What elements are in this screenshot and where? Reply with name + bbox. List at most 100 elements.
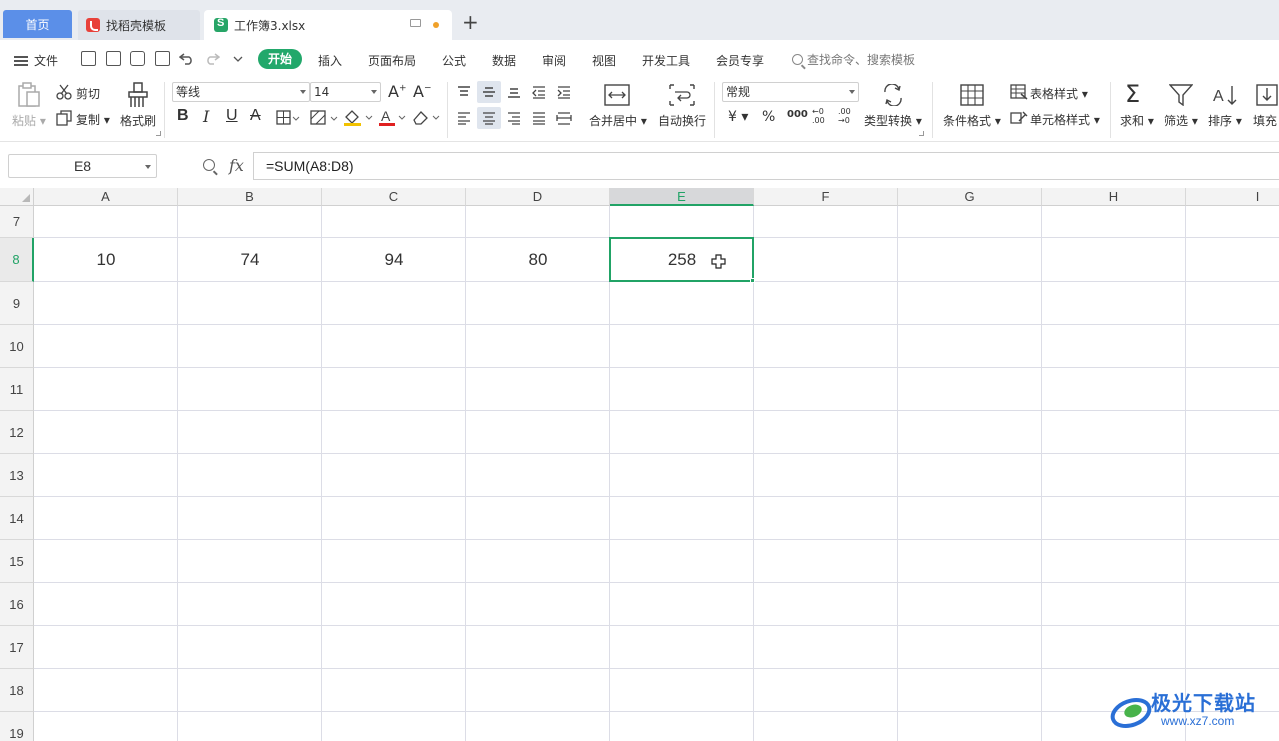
fill-handle[interactable] [750, 278, 755, 283]
row-header-17[interactable]: 17 [0, 626, 34, 669]
column-header-e[interactable]: E [610, 188, 754, 206]
redo-icon[interactable] [204, 51, 220, 65]
font-name-combo[interactable]: 等线 [172, 82, 310, 102]
distributed-icon[interactable] [556, 111, 572, 125]
justify-icon[interactable] [531, 111, 547, 125]
fill-pattern-icon[interactable] [310, 110, 338, 126]
clear-format-icon[interactable] [411, 108, 443, 126]
cell-style-button[interactable]: 单元格样式 ▾ [1030, 111, 1100, 128]
zoom-icon[interactable] [203, 159, 215, 171]
row-header-13[interactable]: 13 [0, 454, 34, 497]
row-header-7[interactable]: 7 [0, 206, 34, 238]
file-menu[interactable]: 文件 [14, 52, 58, 69]
align-left-icon[interactable] [456, 111, 472, 125]
save-icon[interactable] [81, 51, 96, 66]
column-header-f[interactable]: F [754, 188, 898, 206]
row-header-12[interactable]: 12 [0, 411, 34, 454]
table-style-button[interactable]: 表格样式 ▾ [1030, 85, 1088, 102]
paste-icon[interactable] [17, 82, 41, 108]
thousands-button[interactable]: 000 [787, 109, 808, 120]
increase-decimal-button[interactable]: ←0 .00 [812, 107, 832, 125]
column-header-h[interactable]: H [1042, 188, 1186, 206]
decrease-indent-icon[interactable] [531, 85, 547, 99]
fill-color-icon[interactable] [343, 108, 373, 126]
wrap-text-button[interactable]: 自动换行 [658, 112, 706, 129]
font-color-icon[interactable]: A [378, 108, 408, 126]
row-header-11[interactable]: 11 [0, 368, 34, 411]
menu-tab-data[interactable]: 数据 [492, 52, 516, 69]
decrease-font-icon[interactable]: A− [413, 82, 432, 101]
row-header-15[interactable]: 15 [0, 540, 34, 583]
menu-tab-review[interactable]: 审阅 [542, 52, 566, 69]
tab-template[interactable]: 找稻壳模板 [78, 10, 200, 40]
cell-a8[interactable]: 10 [34, 238, 178, 282]
bold-icon[interactable]: B [177, 107, 189, 125]
menu-tab-view[interactable]: 视图 [592, 52, 616, 69]
export-pdf-icon[interactable] [106, 51, 121, 66]
tab-home[interactable]: 首页 [3, 10, 72, 38]
group-launcher-icon[interactable] [919, 131, 924, 136]
row-header-16[interactable]: 16 [0, 583, 34, 626]
underline-icon[interactable]: U [226, 107, 238, 125]
increase-font-icon[interactable]: A+ [388, 82, 407, 101]
cell-d8[interactable]: 80 [466, 238, 610, 282]
font-size-combo[interactable]: 14 [310, 82, 381, 102]
row-header-8[interactable]: 8 [0, 238, 34, 282]
format-painter-button[interactable]: 格式刷 [120, 112, 156, 129]
sum-button[interactable]: 求和 ▾ [1120, 112, 1154, 129]
menu-tab-insert[interactable]: 插入 [318, 52, 342, 69]
undo-icon[interactable] [179, 51, 195, 65]
command-search[interactable]: 查找命令、搜索模板 [792, 51, 915, 68]
strikethrough-icon[interactable]: A [250, 107, 261, 125]
borders-icon[interactable] [276, 110, 300, 126]
type-convert-button[interactable]: 类型转换 ▾ [864, 112, 922, 129]
fill-button[interactable]: 填充 [1253, 112, 1277, 129]
align-bottom-icon[interactable] [506, 85, 522, 99]
align-middle-icon[interactable] [481, 85, 497, 99]
menu-tab-developer[interactable]: 开发工具 [642, 52, 690, 69]
cut-button[interactable]: 剪切 [76, 85, 100, 102]
print-preview-icon[interactable] [155, 51, 170, 66]
print-icon[interactable] [130, 51, 145, 66]
conditional-format-button[interactable]: 条件格式 ▾ [943, 112, 1001, 129]
spreadsheet-grid[interactable]: A B C D E F G H I 7 8 9 10 11 12 13 14 15 16 17 18 19 10 74 94 80… [0, 188, 1279, 741]
fx-icon[interactable]: fx [229, 156, 244, 175]
menu-tab-formulas[interactable]: 公式 [442, 52, 466, 69]
select-all-corner[interactable] [0, 188, 34, 206]
row-header-10[interactable]: 10 [0, 325, 34, 368]
align-right-icon[interactable] [506, 111, 522, 125]
row-header-18[interactable]: 18 [0, 669, 34, 712]
menu-tab-start[interactable]: 开始 [258, 49, 302, 69]
cell-c8[interactable]: 94 [322, 238, 466, 282]
sort-button[interactable]: 排序 ▾ [1208, 112, 1242, 129]
number-format-combo[interactable]: 常规 [722, 82, 859, 102]
align-top-icon[interactable] [456, 85, 472, 99]
monitor-icon[interactable] [410, 19, 421, 27]
italic-icon[interactable]: I [203, 107, 209, 126]
row-header-9[interactable]: 9 [0, 282, 34, 325]
cell-b8[interactable]: 74 [178, 238, 322, 282]
copy-button[interactable]: 复制 ▾ [76, 111, 110, 128]
filter-button[interactable]: 筛选 ▾ [1164, 112, 1198, 129]
increase-indent-icon[interactable] [556, 85, 572, 99]
decrease-decimal-button[interactable]: .00 →0 [838, 107, 858, 125]
new-tab-button[interactable]: + [462, 12, 479, 32]
row-header-14[interactable]: 14 [0, 497, 34, 540]
merge-center-button[interactable]: 合并居中 ▾ [589, 112, 647, 129]
menu-tab-page-layout[interactable]: 页面布局 [368, 52, 416, 69]
column-header-a[interactable]: A [34, 188, 178, 206]
group-launcher-icon[interactable] [156, 131, 161, 136]
column-header-i[interactable]: I [1186, 188, 1279, 206]
column-header-c[interactable]: C [322, 188, 466, 206]
row-header-19[interactable]: 19 [0, 712, 34, 741]
column-header-b[interactable]: B [178, 188, 322, 206]
currency-button[interactable]: ¥ ▾ [728, 109, 748, 125]
column-header-g[interactable]: G [898, 188, 1042, 206]
menu-tab-member[interactable]: 会员专享 [716, 52, 764, 69]
tab-workbook[interactable]: 工作簿3.xlsx [204, 10, 452, 40]
align-center-icon[interactable] [481, 111, 497, 125]
paste-button[interactable]: 粘贴 ▾ [12, 112, 46, 129]
customize-chevron-icon[interactable] [233, 55, 243, 63]
name-box[interactable]: E8 [8, 154, 157, 178]
formula-input[interactable]: =SUM(A8:D8) [253, 152, 1279, 180]
